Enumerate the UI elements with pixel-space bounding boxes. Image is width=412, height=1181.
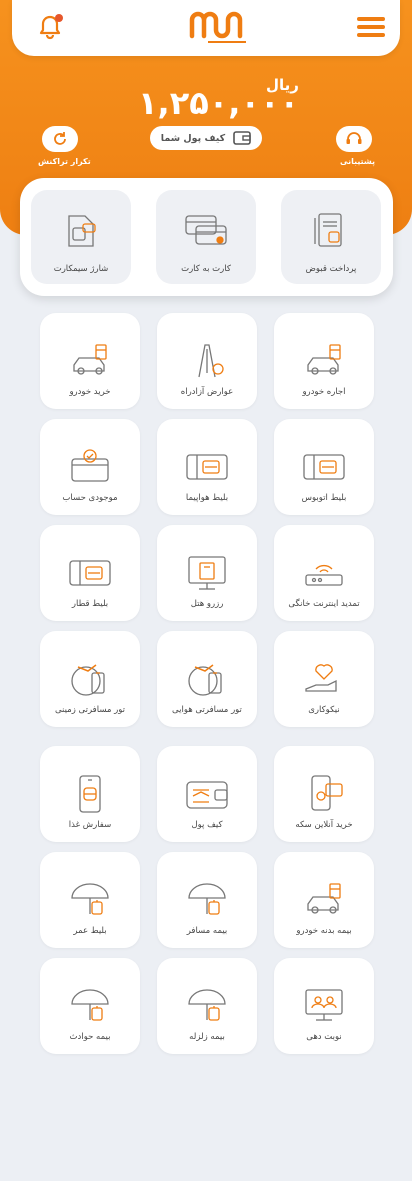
service-tile-label: خرید آنلاین سکه (295, 820, 353, 830)
service-tile-appointment[interactable]: نوبت دهی (274, 958, 374, 1054)
support-label: پشتیبانی (340, 157, 376, 166)
appointment-icon (305, 989, 343, 1021)
charity-icon (305, 664, 337, 692)
train-ticket-icon (69, 560, 111, 586)
service-tile-travel-insurance[interactable]: بیمه مسافر (157, 852, 257, 948)
food-order-icon (79, 775, 101, 813)
coin-icon (311, 775, 343, 811)
repeat-transaction-button[interactable] (42, 126, 78, 152)
car-insurance-icon (307, 883, 341, 914)
life-insurance-icon (71, 883, 109, 915)
service-tile-label: بیمه بدنه خودرو (296, 926, 352, 936)
balance-card-icon (71, 449, 109, 482)
quick-tile-simcard[interactable]: شارژ سیمکارت (31, 190, 131, 284)
quick-tile-bill[interactable]: پرداخت قبوض (281, 190, 381, 284)
notification-badge (55, 14, 63, 22)
highway-toll-icon (198, 344, 224, 378)
service-tile-label: تمدید اینترنت خانگی (288, 599, 360, 609)
service-tile-label: بلیط اتوبوس (301, 493, 347, 503)
top-bar (12, 0, 400, 56)
wallet-button[interactable]: کیف پول شما (150, 126, 262, 150)
card-transfer-icon (185, 215, 227, 245)
service-tile-air-tour[interactable]: تور مسافرتی هوایی (157, 631, 257, 727)
bus-ticket-icon (303, 454, 345, 480)
quick-tile-label: کارت به کارت (181, 264, 231, 274)
air-tour-icon (188, 664, 222, 696)
service-tile-router[interactable]: تمدید اینترنت خانگی (274, 525, 374, 621)
wallet-label: کیف پول شما (160, 132, 226, 144)
hotel-icon (188, 556, 226, 590)
service-tile-label: بیمه زلزله (189, 1032, 225, 1042)
service-tile-life-insurance[interactable]: بلیط عمر (40, 852, 140, 948)
wallet-icon (233, 131, 251, 145)
travel-insurance-icon (188, 883, 226, 915)
service-tile-label: بلیط قطار (71, 599, 109, 609)
support-button[interactable] (336, 126, 372, 152)
service-tile-earthquake-insurance[interactable]: بیمه زلزله (157, 958, 257, 1054)
service-tile-wallet[interactable]: کیف پول (157, 746, 257, 842)
service-tile-label: نوبت دهی (306, 1032, 342, 1042)
bill-icon (314, 213, 342, 247)
car-buy-icon (73, 344, 107, 375)
service-tile-label: خرید خودرو (69, 387, 111, 397)
plane-ticket-icon (186, 454, 228, 480)
service-tile-label: بلیط عمر (73, 926, 107, 936)
service-tile-label: بیمه مسافر (186, 926, 228, 936)
land-tour-icon (71, 664, 105, 696)
service-tile-label: عوارض آزادراه (180, 387, 234, 397)
service-tile-label: کیف پول (191, 820, 223, 830)
earthquake-insurance-icon (188, 989, 226, 1021)
service-tile-bus-ticket[interactable]: بلیط اتوبوس (274, 419, 374, 515)
service-tile-label: بیمه حوادث (69, 1032, 111, 1042)
service-tile-label: تور مسافرتی زمینی (54, 705, 126, 715)
wallet-icon (186, 781, 228, 809)
service-tile-label: سفارش غذا (68, 820, 112, 830)
router-icon (305, 564, 343, 586)
service-tile-train-ticket[interactable]: بلیط قطار (40, 525, 140, 621)
service-tile-plane-ticket[interactable]: بلیط هواپیما (157, 419, 257, 515)
balance-unit: ریال (266, 76, 299, 94)
headset-icon (346, 132, 362, 144)
service-tile-label: رزرو هتل (190, 599, 224, 609)
repeat-transaction-label: تکرار تراکنش (38, 157, 91, 166)
service-tile-charity[interactable]: نیکوکاری (274, 631, 374, 727)
service-tile-balance-card[interactable]: موجودی حساب (40, 419, 140, 515)
hamburger-icon[interactable] (357, 17, 385, 39)
service-tile-coin[interactable]: خرید آنلاین سکه (274, 746, 374, 842)
accident-insurance-icon (71, 989, 109, 1021)
brand-logo (189, 11, 246, 43)
car-rent-icon (307, 344, 341, 375)
service-tile-hotel[interactable]: رزرو هتل (157, 525, 257, 621)
service-tile-highway-toll[interactable]: عوارض آزادراه (157, 313, 257, 409)
service-tile-land-tour[interactable]: تور مسافرتی زمینی (40, 631, 140, 727)
service-tile-label: نیکوکاری (308, 705, 340, 715)
service-tile-label: تور مسافرتی هوایی (172, 705, 242, 715)
simcard-icon (68, 215, 96, 247)
service-tile-car-insurance[interactable]: بیمه بدنه خودرو (274, 852, 374, 948)
service-tile-food-order[interactable]: سفارش غذا (40, 746, 140, 842)
service-tile-car-rent[interactable]: اجاره خودرو (274, 313, 374, 409)
service-tile-accident-insurance[interactable]: بیمه حوادث (40, 958, 140, 1054)
quick-tile-label: پرداخت قبوض (305, 264, 357, 274)
service-tile-label: موجودی حساب (62, 493, 118, 503)
refresh-icon (54, 132, 66, 145)
service-tile-label: بلیط هواپیما (185, 493, 229, 503)
quick-tile-label: شارژ سیمکارت (53, 264, 109, 274)
quick-tile-card-transfer[interactable]: کارت به کارت (156, 190, 256, 284)
balance-display: ۱,۲۵۰,۰۰۰ ریال (0, 72, 412, 122)
service-tile-car-buy[interactable]: خرید خودرو (40, 313, 140, 409)
service-tile-label: اجاره خودرو (302, 387, 346, 397)
